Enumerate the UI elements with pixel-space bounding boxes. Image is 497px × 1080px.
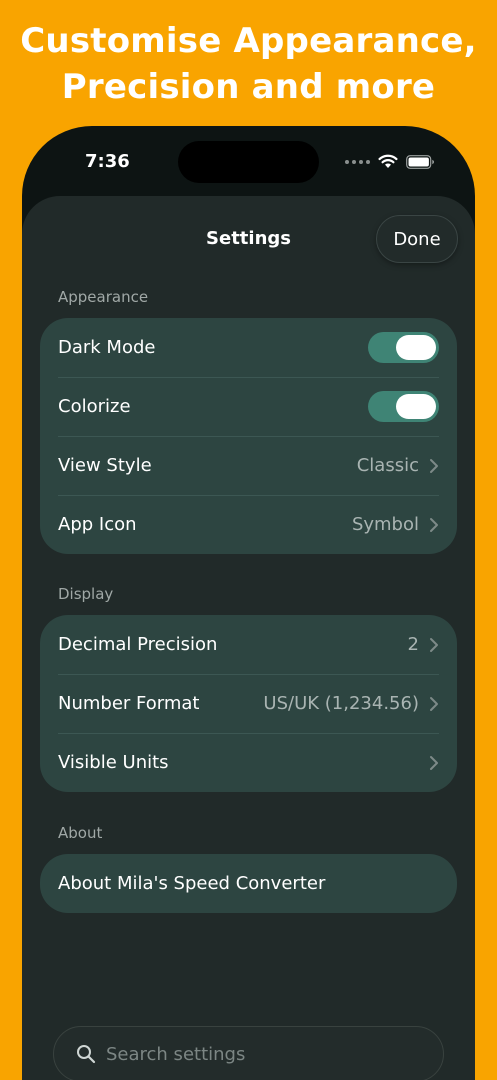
- toggle-knob: [396, 394, 436, 419]
- app-icon-value: Symbol: [351, 514, 419, 535]
- status-time: 7:36: [85, 151, 130, 172]
- visible-units-label: Visible Units: [58, 752, 169, 773]
- search-icon: [77, 1045, 96, 1064]
- row-number-format[interactable]: Number Format US/UK (1,234.56): [40, 674, 457, 733]
- battery-icon: [406, 154, 434, 169]
- colorize-toggle[interactable]: [368, 391, 439, 422]
- headline-line-1: Customise Appearance,: [20, 21, 477, 61]
- view-style-value: Classic: [356, 455, 419, 476]
- promo-headline: Customise Appearance, Precision and more: [0, 18, 497, 110]
- number-format-label: Number Format: [58, 693, 200, 714]
- toggle-knob: [396, 335, 436, 360]
- app-icon-label: App Icon: [58, 514, 137, 535]
- row-about-app[interactable]: About Mila's Speed Converter: [40, 854, 457, 913]
- about-card: About Mila's Speed Converter: [40, 854, 457, 913]
- decimal-precision-value: 2: [407, 634, 419, 655]
- row-decimal-precision[interactable]: Decimal Precision 2: [40, 615, 457, 674]
- colorize-label: Colorize: [58, 396, 131, 417]
- chevron-right-icon: [430, 517, 438, 532]
- row-colorize: Colorize: [40, 377, 457, 436]
- section-label-about: About: [58, 824, 103, 842]
- status-icons: [345, 154, 435, 169]
- number-format-value: US/UK (1,234.56): [263, 693, 419, 714]
- signal-dots-icon: [345, 159, 370, 164]
- chevron-right-icon: [430, 458, 438, 473]
- dark-mode-toggle[interactable]: [368, 332, 439, 363]
- search-bar: [53, 1026, 444, 1080]
- chevron-right-icon: [430, 755, 438, 770]
- dark-mode-label: Dark Mode: [58, 337, 156, 358]
- search-input[interactable]: [106, 1043, 406, 1065]
- done-button[interactable]: Done: [376, 215, 458, 263]
- chevron-right-icon: [430, 696, 438, 711]
- row-dark-mode: Dark Mode: [40, 318, 457, 377]
- section-label-appearance: Appearance: [58, 288, 149, 306]
- row-app-icon[interactable]: App Icon Symbol: [40, 495, 457, 554]
- about-app-label: About Mila's Speed Converter: [58, 873, 326, 894]
- headline-line-2: Precision and more: [61, 67, 436, 107]
- view-style-label: View Style: [58, 455, 152, 476]
- appearance-card: Dark Mode Colorize View Style Classic Ap…: [40, 318, 457, 554]
- row-visible-units[interactable]: Visible Units: [40, 733, 457, 792]
- display-card: Decimal Precision 2 Number Format US/UK …: [40, 615, 457, 792]
- wifi-icon: [378, 154, 398, 168]
- section-label-display: Display: [58, 585, 114, 603]
- row-view-style[interactable]: View Style Classic: [40, 436, 457, 495]
- settings-sheet: Settings Done Appearance Dark Mode Color…: [22, 196, 475, 1080]
- chevron-right-icon: [430, 637, 438, 652]
- dynamic-island: [178, 141, 319, 183]
- phone-frame: 7:36 Settings Done Appearance Dark Mode …: [22, 126, 475, 1080]
- decimal-precision-label: Decimal Precision: [58, 634, 218, 655]
